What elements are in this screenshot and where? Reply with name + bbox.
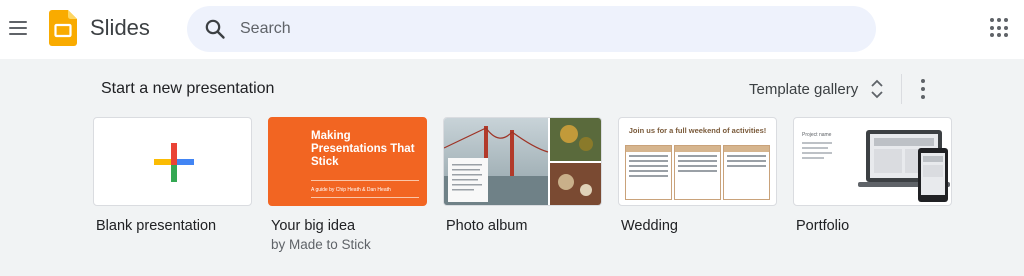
hamburger-menu-icon[interactable] [6,16,30,40]
template-card-subtitle: by Made to Stick [271,237,371,252]
template-card-portfolio[interactable]: Project name Portfolio [793,117,952,234]
template-section: Start a new presentation Template galler… [0,59,1024,276]
template-thumbnail[interactable]: Making Presentations That Stick A guide … [268,117,427,206]
template-card-wedding[interactable]: Join us for a full weekend of activities… [618,117,777,234]
thumbnail-byline: A guide by Chip Heath & Dan Heath [311,187,391,193]
template-thumbnail[interactable]: Join us for a full weekend of activities… [618,117,777,206]
search-bar[interactable] [187,6,876,52]
thumbnail-rule [311,197,419,198]
template-card-title: Blank presentation [96,218,217,234]
template-card-title: Your big idea [271,218,356,234]
template-thumbnail[interactable] [443,117,602,206]
thumbnail-rule [311,180,419,181]
template-card-blank[interactable]: Blank presentation [93,117,252,234]
template-card-big-idea[interactable]: Making Presentations That Stick A guide … [268,117,427,252]
search-icon[interactable] [203,17,227,41]
template-gallery-button[interactable]: Template gallery [749,77,884,101]
thumbnail-heading: Join us for a full weekend of activities… [628,126,767,135]
more-vert-icon[interactable] [917,79,929,99]
template-gallery-label: Template gallery [749,80,859,98]
unfold-more-icon [871,79,883,99]
thumbnail-column [625,145,672,200]
app-title[interactable]: Slides [90,15,150,41]
toolbar-divider [901,74,902,104]
template-card-title: Photo album [446,218,528,234]
template-thumbnail[interactable]: Project name [793,117,952,206]
thumbnail-column [674,145,721,200]
thumbnail-column [723,145,770,200]
slides-logo-icon[interactable] [49,10,77,46]
template-card-title: Wedding [621,218,678,234]
section-title: Start a new presentation [101,80,275,97]
device-mockup-preview [858,130,950,202]
template-card-title: Portfolio [796,218,850,234]
top-bar: Slides [0,0,1024,58]
template-card-photo-album[interactable]: Photo album [443,117,602,234]
search-input[interactable] [240,6,840,52]
apps-grid-icon[interactable] [990,18,1010,38]
template-thumbnail[interactable] [93,117,252,206]
plus-icon [154,143,194,182]
photo-album-preview [444,118,601,205]
thumbnail-heading: Making Presentations That Stick [311,130,415,168]
